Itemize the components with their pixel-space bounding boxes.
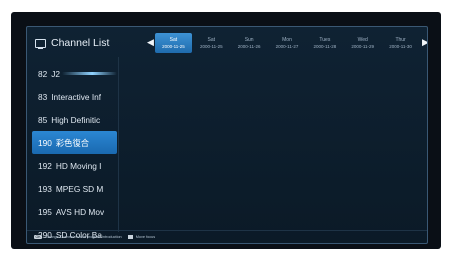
- arrow-key-icon: [127, 235, 133, 239]
- day-tab[interactable]: Tues 2000-11-28: [306, 33, 343, 53]
- ok-hint: OK Change Channel / show program introdu…: [34, 235, 122, 239]
- day-tab[interactable]: Sat 2000-11-25: [155, 33, 192, 53]
- channel-item[interactable]: 192 HD Moving I: [32, 154, 117, 177]
- day-selector: Sat 2000-11-25 Sat 2000-11-25 Sun 2000-1…: [155, 33, 419, 53]
- next-day-icon[interactable]: ▶: [422, 37, 427, 48]
- tv-icon: [35, 38, 46, 49]
- ok-key-icon: OK: [34, 235, 43, 239]
- day-tab[interactable]: Sat 2000-11-25: [193, 33, 230, 53]
- help-bar: OK Change Channel / show program introdu…: [27, 230, 427, 243]
- channel-item[interactable]: 193 MPEG SD M: [32, 177, 117, 200]
- column-divider: [118, 57, 119, 232]
- channel-list-title: Channel List: [51, 37, 110, 49]
- day-tab[interactable]: Mon 2000-11-27: [269, 33, 306, 53]
- day-tab[interactable]: Thur 2000-11-30: [382, 33, 419, 53]
- channel-item[interactable]: 83 Interactive Inf: [32, 85, 117, 108]
- tv-screen: Channel List ◀ Sat 2000-11-25 Sat 2000-1…: [11, 12, 441, 249]
- day-tab[interactable]: Wed 2000-11-29: [344, 33, 381, 53]
- day-tab[interactable]: Sun 2000-11-26: [231, 33, 268, 53]
- move-hint: Move focus: [127, 235, 155, 239]
- epg-panel: Channel List ◀ Sat 2000-11-25 Sat 2000-1…: [26, 26, 428, 244]
- channel-item[interactable]: 85 High Definitic: [32, 108, 117, 131]
- channel-list: 82 J2 83 Interactive Inf 85 High Definit…: [32, 62, 117, 240]
- prev-day-icon[interactable]: ◀: [147, 37, 154, 48]
- channel-item[interactable]: 82 J2: [32, 62, 117, 85]
- channel-item-selected[interactable]: 190 彩色復合: [32, 131, 117, 154]
- channel-item[interactable]: 195 AVS HD Mov: [32, 200, 117, 223]
- loading-glow: [62, 72, 117, 75]
- page-title: Channel List: [35, 35, 109, 51]
